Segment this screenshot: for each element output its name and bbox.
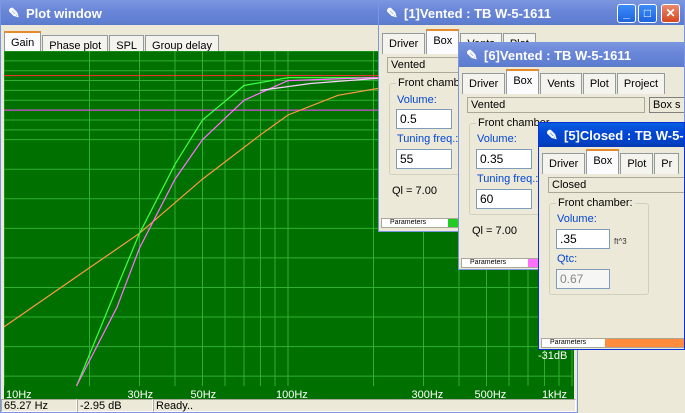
tuning-input[interactable]: 60: [476, 189, 532, 209]
box1-titlebar[interactable]: ✎ [1]Vented : TB W-5-1611 _ □ ✕: [379, 1, 684, 25]
app-icon: ✎: [466, 47, 478, 63]
tab-plot[interactable]: Plot: [582, 73, 616, 94]
box-type-select[interactable]: Vented: [467, 97, 645, 113]
volume-label: Volume:: [477, 133, 517, 145]
box5-titlebar[interactable]: ✎ [5]Closed : TB W-5-: [539, 123, 684, 147]
box6-tabs: Driver Box Vents Plot Project: [462, 69, 666, 94]
parameters-label: Parameters: [470, 259, 507, 266]
volume-input[interactable]: 0.35: [476, 149, 532, 169]
y-axis-min-label: -31dB: [538, 350, 567, 362]
box6-titlebar[interactable]: ✎ [6]Vented : TB W-5-1611: [459, 43, 684, 67]
volume-label: Volume:: [397, 94, 437, 106]
app-icon: ✎: [386, 5, 398, 21]
tab-box[interactable]: Box: [586, 149, 620, 174]
tuning-label: Tuning freq.:: [477, 173, 539, 185]
tab-project[interactable]: Project: [616, 73, 666, 94]
tab-box[interactable]: Box: [426, 29, 460, 54]
box1-title: [1]Vented : TB W-5-1611: [404, 5, 552, 21]
box5-tabs: Driver Box Plot Pr: [542, 149, 680, 174]
volume-label: Volume:: [557, 213, 597, 225]
tab-driver[interactable]: Driver: [462, 73, 506, 94]
plot-window-title: Plot window: [26, 5, 102, 21]
tab-driver[interactable]: Driver: [542, 153, 586, 174]
series-color-swatch: [605, 339, 684, 347]
close-button[interactable]: ✕: [661, 4, 680, 23]
tuning-input[interactable]: 55: [396, 149, 452, 169]
status-message: Ready..: [153, 399, 576, 412]
parameters-strip[interactable]: Parameters: [461, 258, 541, 268]
parameters-label: Parameters: [390, 219, 427, 226]
box6-title: [6]Vented : TB W-5-1611: [484, 47, 632, 63]
parameters-strip[interactable]: Parameters: [541, 338, 684, 348]
maximize-button[interactable]: □: [638, 4, 657, 23]
parameters-label: Parameters: [550, 339, 587, 346]
volume-input[interactable]: 0.5: [396, 109, 452, 129]
tab-driver[interactable]: Driver: [382, 33, 426, 54]
ql-value: Ql = 7.00: [392, 185, 437, 197]
app-icon: ✎: [546, 127, 558, 143]
tab-project[interactable]: Pr: [654, 153, 680, 174]
tab-plot[interactable]: Plot: [620, 153, 654, 174]
qtc-input: 0.67: [556, 269, 610, 289]
group-title: Front chamber:: [556, 197, 635, 209]
volume-unit: ft^3: [614, 237, 627, 246]
box5-window: ✎ [5]Closed : TB W-5- Driver Box Plot Pr…: [538, 122, 685, 350]
app-icon: ✎: [8, 5, 20, 21]
tab-vents[interactable]: Vents: [540, 73, 582, 94]
status-frequency: 65.27 Hz: [1, 399, 77, 412]
box5-title: [5]Closed : TB W-5-: [564, 127, 684, 143]
ql-value: Ql = 7.00: [472, 225, 517, 237]
tuning-label: Tuning freq.:: [397, 133, 459, 145]
box-type-select[interactable]: Closed: [548, 177, 684, 193]
minimize-button[interactable]: _: [617, 4, 636, 23]
parameters-strip[interactable]: Parameters: [381, 218, 461, 228]
plot-statusbar: 65.27 Hz -2.95 dB Ready..: [1, 399, 576, 412]
qtc-label: Qtc:: [557, 253, 578, 265]
status-gain: -2.95 dB: [77, 399, 153, 412]
tab-box[interactable]: Box: [506, 69, 540, 94]
box-shape-button[interactable]: Box s: [649, 97, 684, 113]
volume-input[interactable]: .35: [556, 229, 610, 249]
